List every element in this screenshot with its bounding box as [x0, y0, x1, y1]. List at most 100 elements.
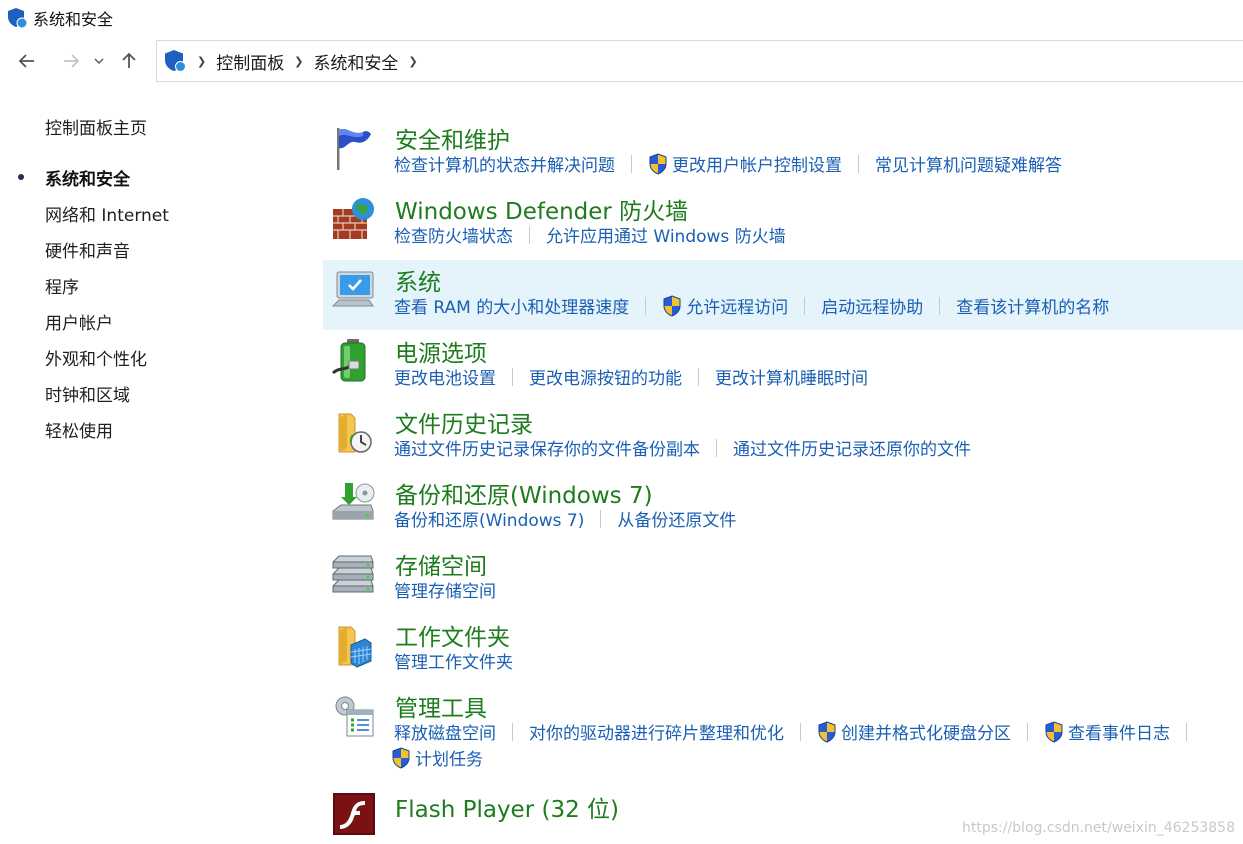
sidebar-item-home[interactable]: 控制面板主页 [45, 114, 147, 139]
link-separator [804, 296, 806, 315]
section-title[interactable]: 文件历史记录 [395, 405, 533, 439]
section-backup-restore: 备份和还原(Windows 7) 备份和还原(Windows 7) 从备份还原文… [323, 473, 1243, 543]
work-folders-icon[interactable] [329, 621, 377, 669]
link-defragment[interactable]: 对你的驱动器进行碎片整理和优化 [529, 719, 784, 744]
link-separator [1027, 722, 1028, 741]
uac-shield-icon [648, 153, 668, 175]
link-manage-work-folders[interactable]: 管理工作文件夹 [394, 648, 513, 673]
link-restore-files[interactable]: 通过文件历史记录还原你的文件 [733, 435, 971, 460]
link-separator [939, 296, 941, 315]
back-arrow-icon[interactable] [12, 46, 42, 76]
flash-player-icon[interactable] [329, 791, 377, 839]
sidebar-item-system-security: 系统和安全 [45, 170, 130, 190]
section-links: 管理存储空间 [394, 577, 496, 602]
section-title[interactable]: 安全和维护 [395, 121, 510, 155]
section-title[interactable]: 管理工具 [395, 689, 487, 723]
section-links: 释放磁盘空间 对你的驱动器进行碎片整理和优化 创建并格式化硬盘分区 查看事件日志 [394, 719, 1203, 744]
watermark: https://blog.csdn.net/weixin_46253858 [961, 820, 1235, 836]
section-storage-spaces: 存储空间 管理存储空间 [323, 544, 1243, 614]
link-scheduled-tasks[interactable]: 计划任务 [391, 745, 483, 770]
section-title[interactable]: Flash Player (32 位) [395, 790, 619, 824]
link-manage-storage[interactable]: 管理存储空间 [394, 577, 496, 602]
uac-shield-icon [662, 295, 682, 317]
section-title[interactable]: 工作文件夹 [395, 618, 510, 652]
section-firewall: Windows Defender 防火墙 检查防火墙状态 允许应用通过 Wind… [323, 189, 1243, 259]
battery-power-icon[interactable] [329, 337, 377, 385]
link-view-ram-cpu[interactable]: 查看 RAM 的大小和处理器速度 [394, 293, 629, 318]
section-title[interactable]: 备份和还原(Windows 7) [395, 476, 653, 510]
link-label: 创建并格式化硬盘分区 [841, 724, 1011, 744]
section-title[interactable]: 电源选项 [395, 334, 487, 368]
link-allow-app-firewall[interactable]: 允许应用通过 Windows 防火墙 [546, 222, 786, 247]
link-sleep-time[interactable]: 更改计算机睡眠时间 [715, 364, 868, 389]
section-links: 通过文件历史记录保存你的文件备份副本 通过文件历史记录还原你的文件 [394, 435, 971, 460]
link-separator [1186, 722, 1187, 741]
section-title[interactable]: 系统 [395, 263, 441, 297]
security-shield-icon [8, 8, 28, 29]
breadcrumb-control-panel[interactable]: 控制面板 [216, 49, 284, 74]
file-history-icon[interactable] [329, 408, 377, 456]
link-label: 查看事件日志 [1068, 724, 1170, 744]
link-check-status[interactable]: 检查计算机的状态并解决问题 [394, 151, 615, 176]
link-separator [631, 154, 632, 173]
link-backup-restore-win7[interactable]: 备份和还原(Windows 7) [394, 506, 584, 531]
navigation-bar: ❯ 控制面板 ❯ 系统和安全 ❯ [0, 38, 1243, 84]
link-event-logs[interactable]: 查看事件日志 [1044, 719, 1170, 744]
uac-shield-icon [391, 747, 411, 769]
section-links: 查看 RAM 的大小和处理器速度 允许远程访问 启动远程协助 查看该计算机的名称 [394, 293, 1109, 318]
backup-restore-icon[interactable] [329, 479, 377, 527]
section-links-row2: 计划任务 [391, 745, 483, 770]
link-separator [529, 225, 530, 244]
chevron-right-icon[interactable]: ❯ [294, 55, 303, 68]
storage-spaces-icon[interactable] [329, 550, 377, 598]
link-computer-name[interactable]: 查看该计算机的名称 [956, 293, 1109, 318]
chevron-down-icon[interactable] [90, 46, 108, 76]
link-troubleshoot[interactable]: 常见计算机问题疑难解答 [875, 151, 1062, 176]
sidebar-item-programs[interactable]: 程序 [45, 273, 79, 298]
security-flag-icon[interactable] [329, 124, 377, 172]
link-disk-partitions[interactable]: 创建并格式化硬盘分区 [817, 719, 1011, 744]
link-disk-cleanup[interactable]: 释放磁盘空间 [394, 719, 496, 744]
sidebar-item-clock-region[interactable]: 时钟和区域 [45, 381, 130, 406]
sidebar-item-appearance[interactable]: 外观和个性化 [45, 345, 147, 370]
link-separator [600, 509, 602, 528]
address-bar[interactable]: ❯ 控制面板 ❯ 系统和安全 ❯ [156, 40, 1243, 82]
up-arrow-icon[interactable] [114, 46, 144, 76]
link-restore-from-backup[interactable]: 从备份还原文件 [617, 506, 736, 531]
link-save-backup[interactable]: 通过文件历史记录保存你的文件备份副本 [394, 435, 700, 460]
admin-tools-icon[interactable] [329, 692, 377, 740]
section-title[interactable]: 存储空间 [395, 547, 487, 581]
sidebar-item-ease-of-access[interactable]: 轻松使用 [45, 417, 113, 442]
link-separator [645, 296, 647, 315]
title-bar: 系统和安全 [0, 0, 1243, 36]
link-firewall-status[interactable]: 检查防火墙状态 [394, 222, 513, 247]
link-separator [716, 438, 717, 457]
link-separator [512, 367, 513, 386]
window-title: 系统和安全 [33, 10, 114, 29]
link-separator [698, 367, 699, 386]
breadcrumb-system-security[interactable]: 系统和安全 [313, 49, 398, 74]
link-remote-assistance[interactable]: 启动远程协助 [821, 293, 923, 318]
sidebar-item-hardware-sound[interactable]: 硬件和声音 [45, 237, 130, 262]
link-power-button[interactable]: 更改电源按钮的功能 [529, 364, 682, 389]
section-links: 更改电池设置 更改电源按钮的功能 更改计算机睡眠时间 [394, 364, 868, 389]
link-uac-settings[interactable]: 更改用户帐户控制设置 [648, 151, 842, 176]
chevron-right-icon[interactable]: ❯ [408, 55, 417, 68]
link-allow-remote-access[interactable]: 允许远程访问 [662, 293, 788, 318]
link-label: 允许远程访问 [686, 298, 789, 318]
link-battery-settings[interactable]: 更改电池设置 [394, 364, 496, 389]
security-shield-icon [165, 50, 186, 72]
section-work-folders: 工作文件夹 管理工作文件夹 [323, 615, 1243, 685]
link-separator [512, 722, 513, 741]
sidebar-item-user-accounts[interactable]: 用户帐户 [45, 309, 113, 334]
section-title[interactable]: Windows Defender 防火墙 [395, 192, 688, 226]
system-computer-icon[interactable] [329, 266, 377, 314]
forward-arrow-icon[interactable] [56, 46, 86, 76]
section-links: 检查防火墙状态 允许应用通过 Windows 防火墙 [394, 222, 786, 247]
firewall-icon[interactable] [329, 195, 377, 243]
section-power-options: 电源选项 更改电池设置 更改电源按钮的功能 更改计算机睡眠时间 [323, 331, 1243, 401]
chevron-right-icon[interactable]: ❯ [197, 55, 206, 68]
sidebar-item-network[interactable]: 网络和 Internet [45, 201, 169, 226]
link-label: 更改用户帐户控制设置 [672, 156, 842, 176]
section-links: 管理工作文件夹 [394, 648, 513, 673]
